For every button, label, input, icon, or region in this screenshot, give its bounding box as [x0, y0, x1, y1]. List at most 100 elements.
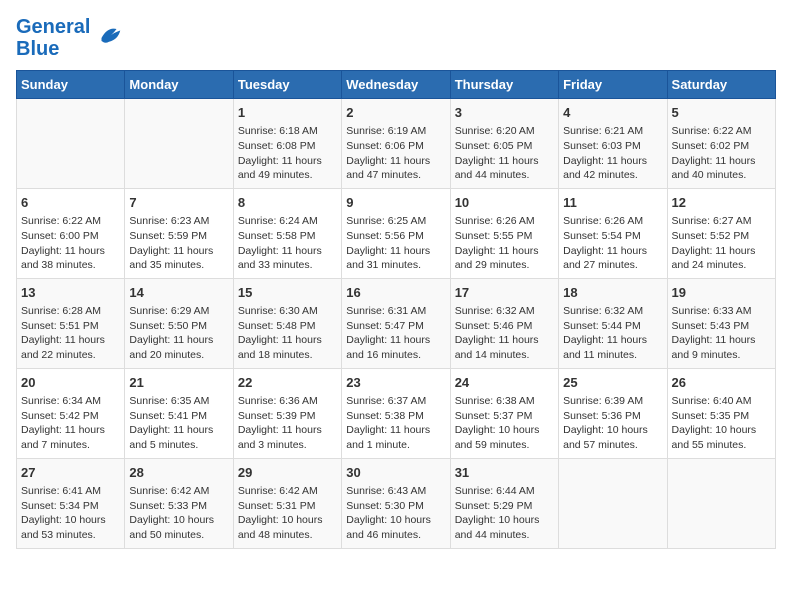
day-number: 24: [455, 374, 554, 392]
day-info: Sunrise: 6:33 AM Sunset: 5:43 PM Dayligh…: [672, 304, 771, 363]
calendar-cell: 2 Sunrise: 6:19 AM Sunset: 6:06 PM Daylig…: [342, 99, 450, 189]
calendar-cell: 14 Sunrise: 6:29 AM Sunset: 5:50 PM Dayli…: [125, 278, 233, 368]
calendar-cell: 29Sunrise: 6:42 AM Sunset: 5:31 PM Dayli…: [233, 458, 341, 548]
calendar-cell: 23 Sunrise: 6:37 AM Sunset: 5:38 PM Dayli…: [342, 368, 450, 458]
day-info: Sunrise: 6:26 AM Sunset: 5:55 PM Dayligh…: [455, 214, 554, 273]
day-info: Sunrise: 6:39 AM Sunset: 5:36 PM Dayligh…: [563, 394, 662, 453]
day-number: 19: [672, 284, 771, 302]
column-header-saturday: Saturday: [667, 71, 775, 99]
calendar-cell: 8 Sunrise: 6:24 AM Sunset: 5:58 PM Daylig…: [233, 188, 341, 278]
day-info: Sunrise: 6:40 AM Sunset: 5:35 PM Dayligh…: [672, 394, 771, 453]
column-header-friday: Friday: [559, 71, 667, 99]
day-info: Sunrise: 6:18 AM Sunset: 6:08 PM Dayligh…: [238, 124, 337, 183]
day-number: 30: [346, 464, 445, 482]
day-info: Sunrise: 6:29 AM Sunset: 5:50 PM Dayligh…: [129, 304, 228, 363]
calendar-cell: 6Sunrise: 6:22 AM Sunset: 6:00 PM Daylig…: [17, 188, 125, 278]
calendar-week-row: 27 Sunrise: 6:41 AM Sunset: 5:34 PM Dayli…: [17, 458, 776, 548]
day-info: Sunrise: 6:31 AM Sunset: 5:47 PM Dayligh…: [346, 304, 445, 363]
day-info: Sunrise: 6:20 AM Sunset: 6:05 PM Dayligh…: [455, 124, 554, 183]
day-info: Sunrise: 6:30 AM Sunset: 5:48 PM Dayligh…: [238, 304, 337, 363]
day-number: 23: [346, 374, 445, 392]
logo: General Blue: [16, 16, 124, 60]
day-number: 6: [21, 194, 120, 212]
day-info: Sunrise: 6:32 AM Sunset: 5:46 PM Dayligh…: [455, 304, 554, 363]
calendar-cell: 18 Sunrise: 6:32 AM Sunset: 5:44 PM Dayli…: [559, 278, 667, 368]
calendar-cell: 5 Sunrise: 6:22 AM Sunset: 6:02 PM Daylig…: [667, 99, 775, 189]
day-info: Sunrise: 6:36 AM Sunset: 5:39 PM Dayligh…: [238, 394, 337, 453]
day-number: 26: [672, 374, 771, 392]
calendar-cell: 28Sunrise: 6:42 AM Sunset: 5:33 PM Dayli…: [125, 458, 233, 548]
calendar-week-row: 6Sunrise: 6:22 AM Sunset: 6:00 PM Daylig…: [17, 188, 776, 278]
calendar-week-row: 20 Sunrise: 6:34 AM Sunset: 5:42 PM Dayli…: [17, 368, 776, 458]
calendar-cell: 27 Sunrise: 6:41 AM Sunset: 5:34 PM Dayli…: [17, 458, 125, 548]
day-number: 15: [238, 284, 337, 302]
calendar-cell: 4 Sunrise: 6:21 AM Sunset: 6:03 PM Daylig…: [559, 99, 667, 189]
calendar-table: SundayMondayTuesdayWednesdayThursdayFrid…: [16, 70, 776, 549]
day-info: Sunrise: 6:19 AM Sunset: 6:06 PM Dayligh…: [346, 124, 445, 183]
calendar-cell: 19 Sunrise: 6:33 AM Sunset: 5:43 PM Dayli…: [667, 278, 775, 368]
day-number: 25: [563, 374, 662, 392]
calendar-cell: 16 Sunrise: 6:31 AM Sunset: 5:47 PM Dayli…: [342, 278, 450, 368]
calendar-cell: [17, 99, 125, 189]
calendar-cell: 31 Sunrise: 6:44 AM Sunset: 5:29 PM Dayli…: [450, 458, 558, 548]
day-info: Sunrise: 6:37 AM Sunset: 5:38 PM Dayligh…: [346, 394, 445, 453]
day-number: 31: [455, 464, 554, 482]
day-number: 9: [346, 194, 445, 212]
day-number: 13: [21, 284, 120, 302]
calendar-cell: 13 Sunrise: 6:28 AM Sunset: 5:51 PM Dayli…: [17, 278, 125, 368]
day-info: Sunrise: 6:24 AM Sunset: 5:58 PM Dayligh…: [238, 214, 337, 273]
calendar-cell: [125, 99, 233, 189]
calendar-cell: 25 Sunrise: 6:39 AM Sunset: 5:36 PM Dayli…: [559, 368, 667, 458]
day-number: 14: [129, 284, 228, 302]
day-number: 2: [346, 104, 445, 122]
day-number: 5: [672, 104, 771, 122]
day-number: 8: [238, 194, 337, 212]
day-info: Sunrise: 6:34 AM Sunset: 5:42 PM Dayligh…: [21, 394, 120, 453]
day-number: 22: [238, 374, 337, 392]
day-info: Sunrise: 6:43 AM Sunset: 5:30 PM Dayligh…: [346, 484, 445, 543]
day-info: Sunrise: 6:27 AM Sunset: 5:52 PM Dayligh…: [672, 214, 771, 273]
day-number: 4: [563, 104, 662, 122]
calendar-cell: 21 Sunrise: 6:35 AM Sunset: 5:41 PM Dayli…: [125, 368, 233, 458]
calendar-header-row: SundayMondayTuesdayWednesdayThursdayFrid…: [17, 71, 776, 99]
day-number: 1: [238, 104, 337, 122]
calendar-week-row: 1 Sunrise: 6:18 AM Sunset: 6:08 PM Daylig…: [17, 99, 776, 189]
calendar-cell: 3Sunrise: 6:20 AM Sunset: 6:05 PM Daylig…: [450, 99, 558, 189]
day-info: Sunrise: 6:41 AM Sunset: 5:34 PM Dayligh…: [21, 484, 120, 543]
column-header-tuesday: Tuesday: [233, 71, 341, 99]
day-info: Sunrise: 6:21 AM Sunset: 6:03 PM Dayligh…: [563, 124, 662, 183]
day-number: 7: [129, 194, 228, 212]
calendar-cell: [559, 458, 667, 548]
day-info: Sunrise: 6:25 AM Sunset: 5:56 PM Dayligh…: [346, 214, 445, 273]
logo-bird-icon: [94, 23, 124, 53]
day-info: Sunrise: 6:42 AM Sunset: 5:31 PM Dayligh…: [238, 484, 337, 543]
day-number: 17: [455, 284, 554, 302]
day-info: Sunrise: 6:38 AM Sunset: 5:37 PM Dayligh…: [455, 394, 554, 453]
calendar-cell: 1 Sunrise: 6:18 AM Sunset: 6:08 PM Daylig…: [233, 99, 341, 189]
column-header-wednesday: Wednesday: [342, 71, 450, 99]
day-number: 20: [21, 374, 120, 392]
calendar-cell: 10Sunrise: 6:26 AM Sunset: 5:55 PM Dayli…: [450, 188, 558, 278]
day-info: Sunrise: 6:42 AM Sunset: 5:33 PM Dayligh…: [129, 484, 228, 543]
day-number: 18: [563, 284, 662, 302]
calendar-cell: 30 Sunrise: 6:43 AM Sunset: 5:30 PM Dayli…: [342, 458, 450, 548]
day-info: Sunrise: 6:22 AM Sunset: 6:02 PM Dayligh…: [672, 124, 771, 183]
day-info: Sunrise: 6:28 AM Sunset: 5:51 PM Dayligh…: [21, 304, 120, 363]
calendar-cell: 22 Sunrise: 6:36 AM Sunset: 5:39 PM Dayli…: [233, 368, 341, 458]
calendar-cell: [667, 458, 775, 548]
page-header: General Blue: [16, 16, 776, 60]
column-header-thursday: Thursday: [450, 71, 558, 99]
day-number: 12: [672, 194, 771, 212]
day-info: Sunrise: 6:26 AM Sunset: 5:54 PM Dayligh…: [563, 214, 662, 273]
calendar-cell: 9 Sunrise: 6:25 AM Sunset: 5:56 PM Daylig…: [342, 188, 450, 278]
calendar-cell: 17 Sunrise: 6:32 AM Sunset: 5:46 PM Dayli…: [450, 278, 558, 368]
day-number: 27: [21, 464, 120, 482]
day-number: 16: [346, 284, 445, 302]
day-info: Sunrise: 6:32 AM Sunset: 5:44 PM Dayligh…: [563, 304, 662, 363]
calendar-cell: 20 Sunrise: 6:34 AM Sunset: 5:42 PM Dayli…: [17, 368, 125, 458]
day-info: Sunrise: 6:44 AM Sunset: 5:29 PM Dayligh…: [455, 484, 554, 543]
day-number: 21: [129, 374, 228, 392]
calendar-cell: 12 Sunrise: 6:27 AM Sunset: 5:52 PM Dayli…: [667, 188, 775, 278]
calendar-cell: 11Sunrise: 6:26 AM Sunset: 5:54 PM Dayli…: [559, 188, 667, 278]
day-info: Sunrise: 6:35 AM Sunset: 5:41 PM Dayligh…: [129, 394, 228, 453]
